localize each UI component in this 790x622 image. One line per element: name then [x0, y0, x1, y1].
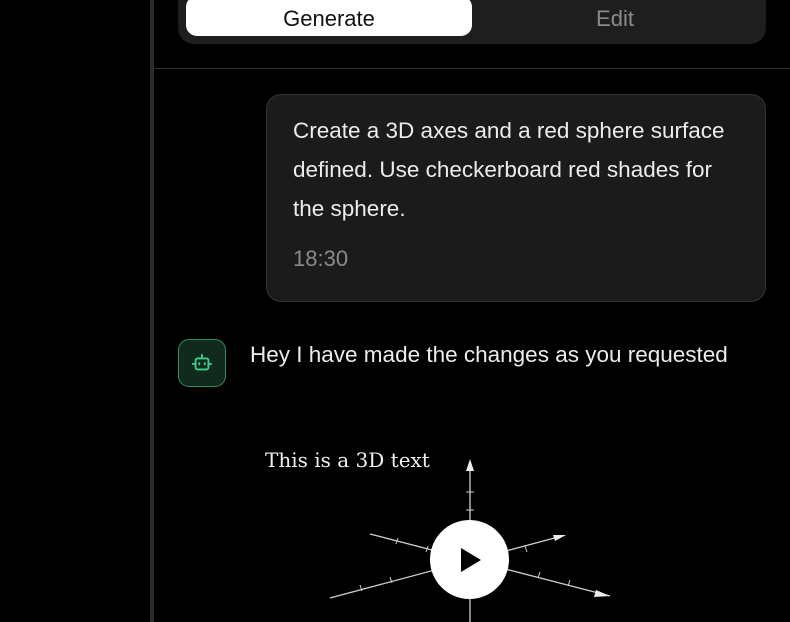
user-message-text: Create a 3D axes and a red sphere surfac… — [293, 118, 725, 221]
user-message-bubble: Create a 3D axes and a red sphere surfac… — [266, 94, 766, 302]
bot-message-text: Hey I have made the changes as you reque… — [250, 342, 728, 367]
header-divider — [154, 68, 790, 69]
message-timestamp: 18:30 — [293, 246, 349, 271]
video-preview[interactable]: This is a 3D text — [250, 430, 730, 622]
play-icon — [460, 547, 481, 572]
sidebar — [0, 0, 150, 622]
chat-panel: Generate Edit Create a 3D axes and a red… — [154, 0, 790, 622]
mode-toggle: Generate Edit — [178, 0, 766, 44]
robot-icon — [191, 353, 213, 371]
scene-text-label: This is a 3D text — [265, 448, 430, 472]
app-root: Generate Edit Create a 3D axes and a red… — [0, 0, 790, 622]
bot-avatar — [178, 339, 226, 387]
play-button[interactable] — [430, 520, 509, 599]
generate-tab[interactable]: Generate — [186, 0, 472, 36]
edit-tab[interactable]: Edit — [472, 0, 758, 36]
